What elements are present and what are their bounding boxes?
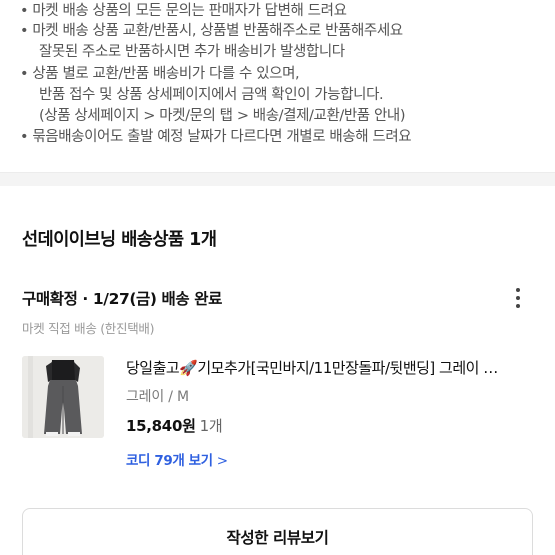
view-reviews-button[interactable]: 작성한 리뷰보기 <box>22 508 533 555</box>
pants-image <box>22 356 104 438</box>
product-thumbnail[interactable] <box>22 356 104 438</box>
product-title[interactable]: 당일출고🚀기모추가[국민바지/11만장돌파/뒷밴딩] 그레이 와이드 트레이닝 … <box>126 357 511 378</box>
product-option: 그레이 / M <box>126 389 189 405</box>
dot <box>516 288 520 292</box>
codi-link[interactable]: 코디 79개 보기 > <box>126 449 228 469</box>
notice-line: 잘못된 주소로 반품하시면 추가 배송비가 발생합니다 <box>39 44 345 60</box>
section-divider <box>0 172 555 186</box>
section-title: 선데이이브닝 배송상품 1개 <box>22 230 217 250</box>
order-status: 구매확정 · 1/27(금) 배송 완료 <box>22 290 222 308</box>
notice-line: (상품 상세페이지 > 마켓/문의 탭 > 배송/결제/교환/반품 안내) <box>39 108 406 124</box>
shipping-notice: • 마켓 배송 상품의 모든 문의는 판매자가 답변해 드려요 • 마켓 배송 … <box>0 0 555 172</box>
notice-line: • 묶음배송이어도 출발 예정 날짜가 다르다면 개별로 배송해 드려요 <box>20 129 412 145</box>
dot <box>516 304 520 308</box>
notice-line: 반품 접수 및 상품 상세페이지에서 금액 확인이 가능합니다. <box>39 87 384 103</box>
more-vertical-icon[interactable] <box>506 284 530 312</box>
chevron-right-icon: > <box>216 453 228 469</box>
product-quantity: 1개 <box>199 417 223 435</box>
price-value: 15,840원 <box>126 417 196 435</box>
shipping-method: 마켓 직접 배송 (한진택배) <box>22 321 155 336</box>
notice-line: • 마켓 배송 상품의 모든 문의는 판매자가 답변해 드려요 <box>20 3 347 19</box>
dot <box>516 296 520 300</box>
notice-line: • 마켓 배송 상품 교환/반품시, 상품별 반품해주소로 반품해주세요 <box>20 23 403 39</box>
product-price: 15,840원 1개 <box>126 415 223 436</box>
codi-link-label: 코디 79개 보기 <box>126 453 213 469</box>
notice-line: • 상품 별로 교환/반품 배송비가 다를 수 있으며, <box>20 66 300 82</box>
